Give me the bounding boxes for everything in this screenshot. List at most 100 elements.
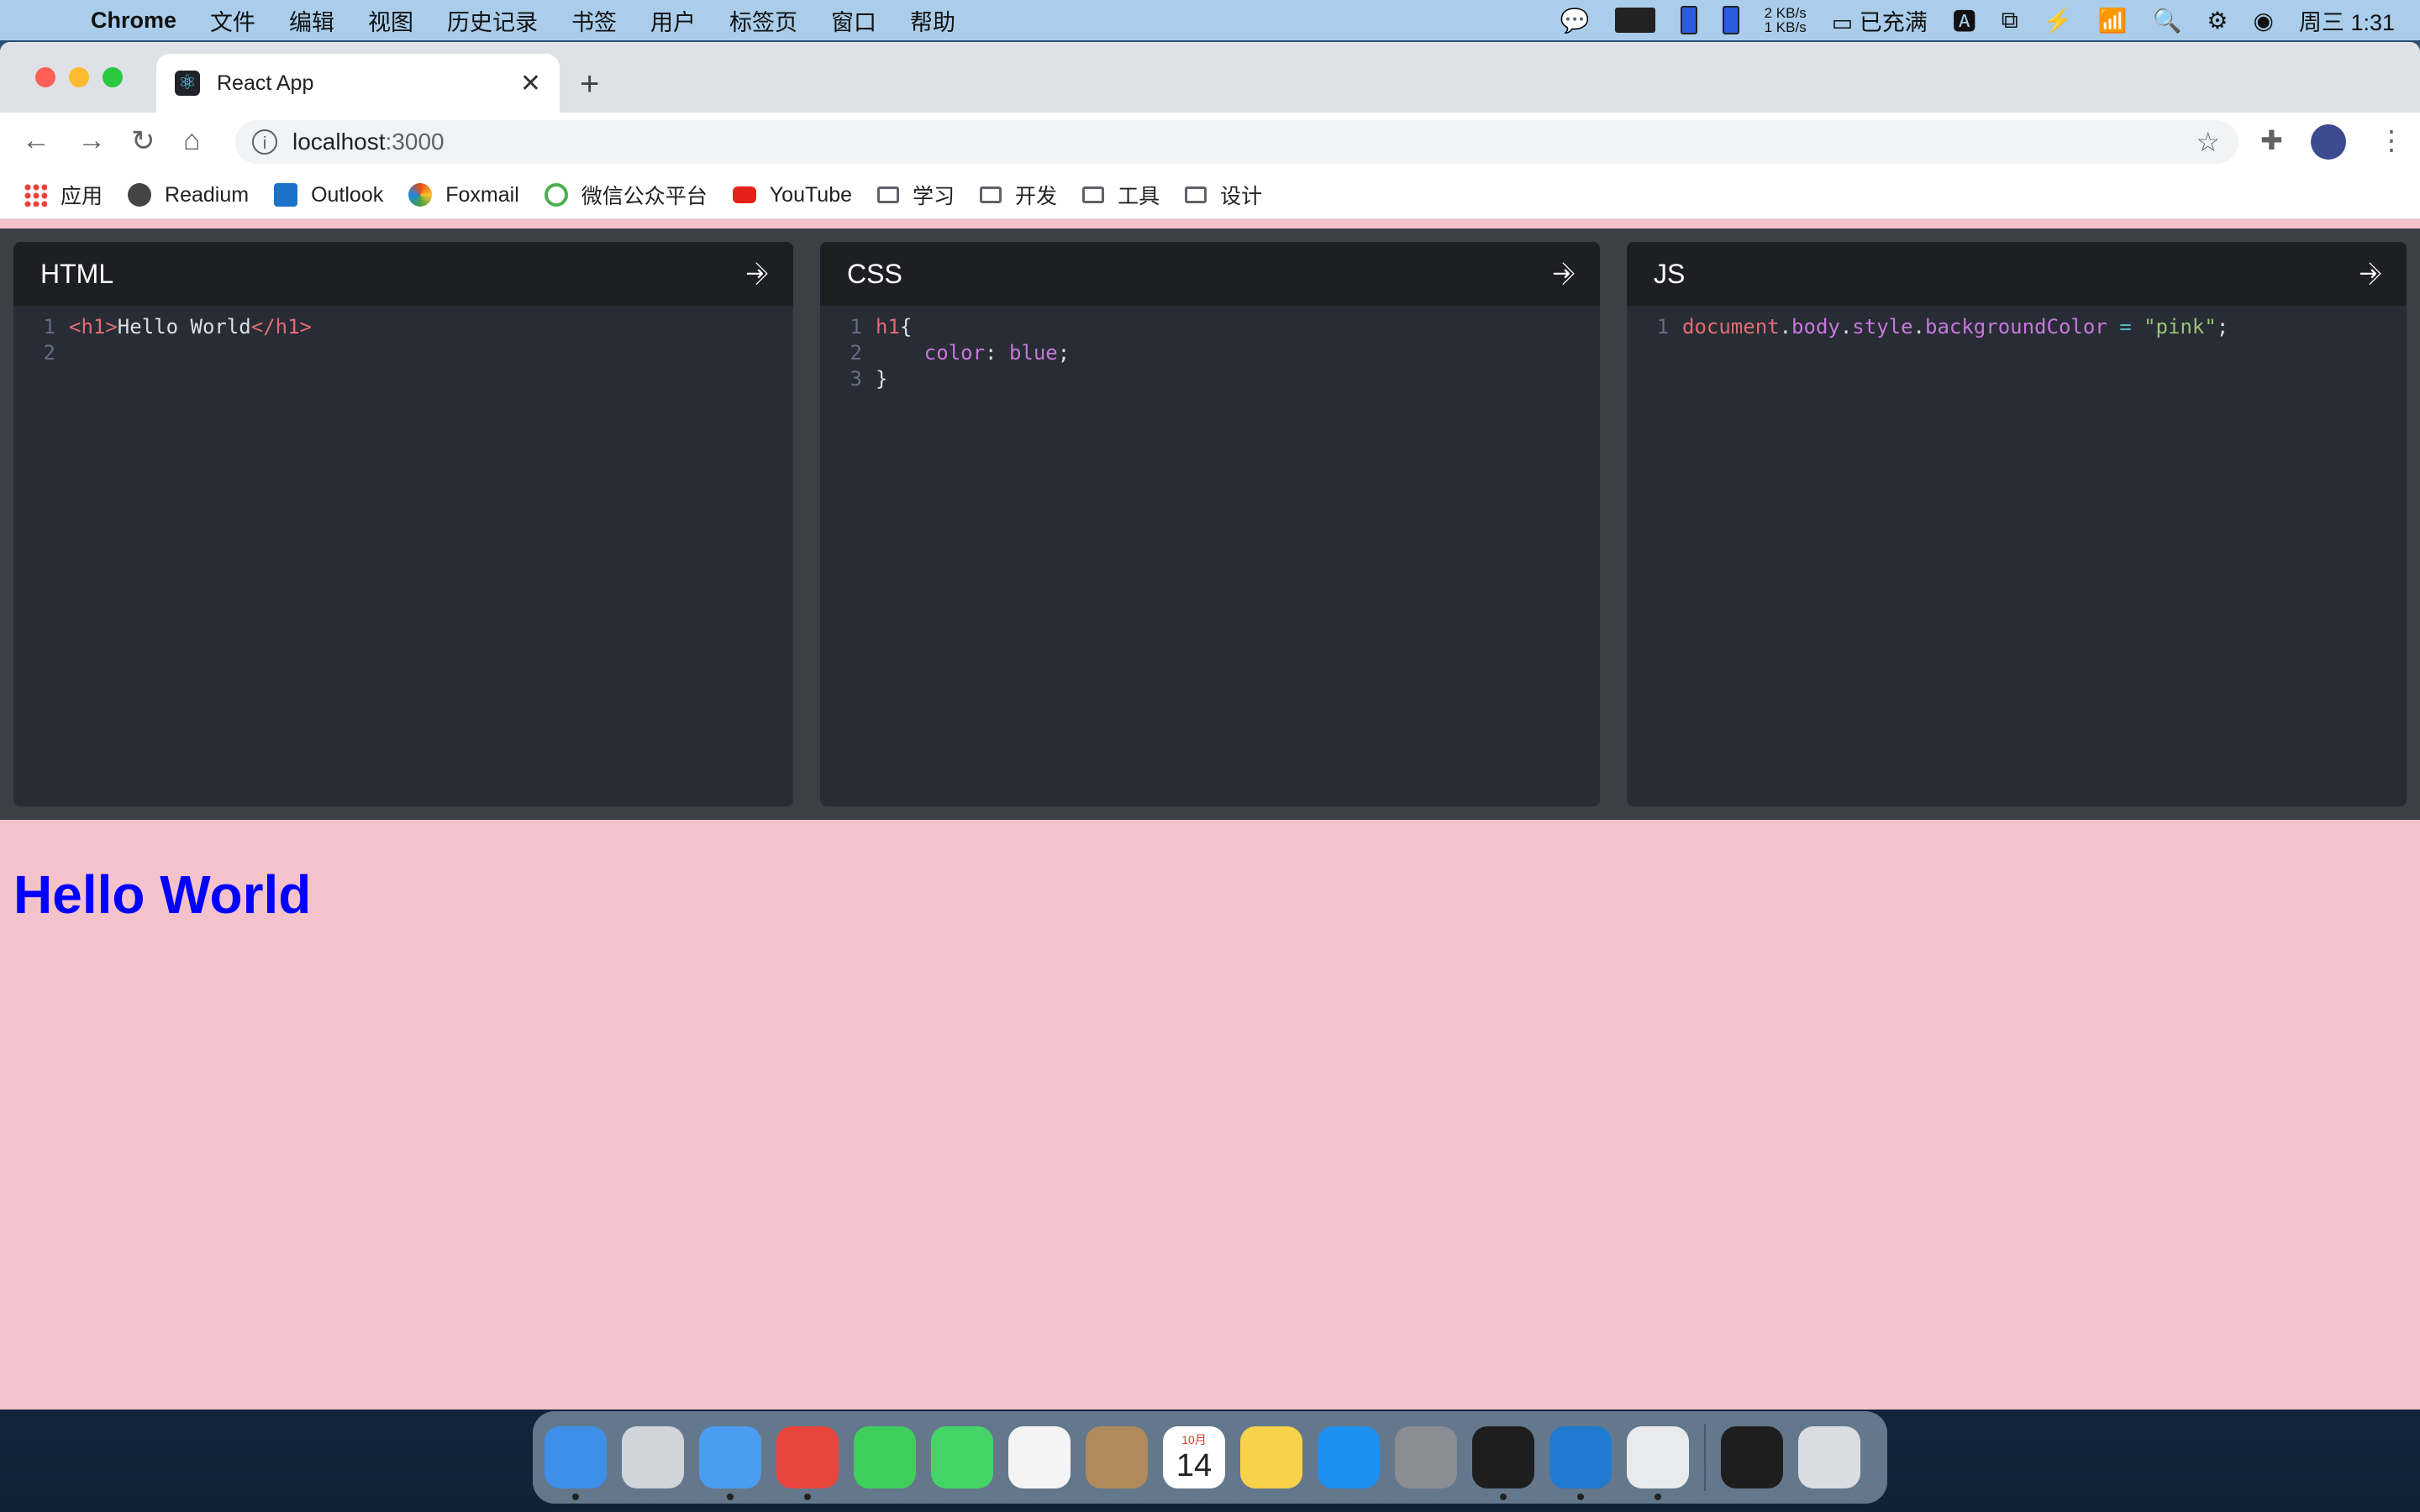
bookmark-youtube[interactable]: YouTube — [732, 182, 853, 207]
collapse-icon[interactable]: ⇲ — [741, 258, 772, 289]
facetime-dock-icon[interactable] — [854, 1426, 916, 1488]
html-panel-title: HTML — [40, 258, 114, 289]
photos-dock-icon[interactable] — [1008, 1426, 1071, 1488]
forward-button[interactable]: → — [77, 124, 106, 157]
apps-grid-icon — [24, 183, 47, 207]
menu-history[interactable]: 历史记录 — [447, 4, 538, 37]
contacts-dock-icon[interactable] — [1086, 1426, 1148, 1488]
terminal-window-dock-icon[interactable] — [1721, 1426, 1783, 1488]
folder-icon — [1082, 186, 1105, 203]
chrome-menu-icon[interactable]: ⋮ — [2378, 124, 2405, 156]
menu-help[interactable]: 帮助 — [910, 4, 955, 37]
back-button[interactable]: ← — [22, 124, 50, 157]
reload-button[interactable]: ↻ — [131, 124, 155, 158]
battery-charging-icon[interactable]: ⚡ — [2044, 7, 2073, 34]
screen-mirroring-icon[interactable]: ⧉ — [2002, 7, 2018, 34]
menu-file[interactable]: 文件 — [210, 4, 255, 37]
system-preferences-dock-icon[interactable] — [1395, 1426, 1457, 1488]
code-token: ; — [1057, 341, 1071, 365]
spotlight-search-icon[interactable]: 🔍 — [2153, 7, 2182, 34]
bookmark-wechat-mp[interactable]: 微信公众平台 — [544, 180, 708, 210]
bookmark-folder-dev[interactable]: 开发 — [980, 180, 1057, 210]
address-bar[interactable]: i localhost:3000 ☆ — [235, 120, 2238, 164]
window-controls — [35, 67, 123, 87]
notes-dock-icon[interactable] — [1240, 1426, 1302, 1488]
bookmark-readium[interactable]: Readium — [128, 183, 249, 207]
chrome-dock-icon[interactable] — [776, 1426, 839, 1500]
network-speed[interactable]: 2 KB/s 1 KB/s — [1765, 6, 1807, 34]
menu-tabs[interactable]: 标签页 — [729, 4, 797, 37]
collapse-icon[interactable]: ⇲ — [2354, 258, 2386, 289]
bookmark-youtube-label: YouTube — [769, 182, 853, 207]
running-indicator — [1655, 1494, 1661, 1500]
js-panel-header: JS ⇲ — [1627, 242, 2407, 306]
cpu-meter-icon[interactable] — [1614, 8, 1655, 33]
url-text[interactable]: localhost:3000 — [292, 129, 445, 155]
battery-status[interactable]: ▭ 已充满 — [1832, 4, 1928, 37]
siri-icon[interactable]: ◉ — [2254, 7, 2274, 34]
site-info-icon[interactable]: i — [252, 129, 277, 155]
wechat-status-icon[interactable]: 💬 — [1560, 7, 1590, 34]
collapse-icon[interactable]: ⇲ — [1548, 258, 1579, 289]
menu-view[interactable]: 视图 — [368, 4, 413, 37]
js-code-editor[interactable]: 1 document. body. style. backgroundColor = "… — [1627, 306, 2407, 340]
menu-app-name[interactable]: Chrome — [91, 8, 176, 34]
code-token: body — [1791, 315, 1840, 339]
minimize-window-button[interactable] — [69, 67, 89, 87]
wifi-icon[interactable]: 📶 — [2098, 7, 2128, 34]
home-button[interactable]: ⌂ — [183, 124, 201, 157]
code-line[interactable]: 1 <h1> Hello World </h1> — [13, 314, 793, 340]
code-line[interactable]: 2 — [13, 340, 793, 366]
terminal-dock-icon[interactable] — [1472, 1426, 1534, 1500]
menu-window[interactable]: 窗口 — [831, 4, 876, 37]
bookmark-folder-tools[interactable]: 工具 — [1082, 180, 1160, 210]
profile-avatar[interactable] — [2311, 124, 2346, 160]
bookmark-star-icon[interactable]: ☆ — [2196, 126, 2220, 158]
finder-dock-icon[interactable] — [544, 1426, 607, 1500]
network-upload: 2 KB/s — [1764, 5, 1807, 21]
mail-dock-icon[interactable] — [699, 1426, 761, 1500]
vscode-dock-icon[interactable] — [1549, 1426, 1612, 1500]
readium-globe-icon — [128, 183, 152, 207]
code-token: color — [923, 341, 986, 365]
bookmark-outlook[interactable]: Outlook — [274, 183, 383, 207]
code-token: Hello World — [117, 315, 251, 339]
code-line[interactable]: 1 h1{ — [820, 314, 1600, 340]
bookmark-folder-design[interactable]: 设计 — [1185, 180, 1262, 210]
bookmark-folder-study[interactable]: 学习 — [877, 180, 955, 210]
calendar-dock-icon[interactable]: 10月 14 — [1163, 1426, 1225, 1488]
tab-react-app[interactable]: ⚛ React App ✕ — [156, 54, 560, 113]
bookmark-foxmail[interactable]: Foxmail — [408, 183, 519, 207]
menubar-clock[interactable]: 周三 1:31 — [2299, 4, 2395, 37]
code-token: = — [2119, 315, 2132, 339]
code-line[interactable]: 2 color: blue; — [820, 340, 1600, 366]
disk-meter-icon[interactable] — [1722, 6, 1739, 34]
extensions-puzzle-icon[interactable]: ✚ — [2260, 124, 2283, 156]
memory-meter-icon[interactable] — [1680, 6, 1697, 34]
code-line[interactable]: 3} — [820, 366, 1600, 392]
app-store-dock-icon[interactable] — [1318, 1426, 1380, 1488]
outlook-icon — [274, 183, 298, 207]
control-center-icon[interactable]: ⚙ — [2207, 7, 2228, 34]
running-indicator — [804, 1494, 811, 1500]
new-tab-button[interactable]: + — [580, 66, 599, 103]
css-code-editor[interactable]: 1 h1{2 color: blue; 3} — [820, 306, 1600, 392]
input-method-icon[interactable]: 🅰 — [1953, 3, 1976, 37]
menu-edit[interactable]: 编辑 — [289, 4, 334, 37]
menu-bookmarks[interactable]: 书签 — [571, 4, 617, 37]
messages-dock-icon[interactable] — [931, 1426, 993, 1488]
wechat-dock-icon[interactable] — [1627, 1426, 1689, 1500]
code-line[interactable]: 1 document. body. style. backgroundColor = "… — [1627, 314, 2407, 340]
fullscreen-window-button[interactable] — [103, 67, 123, 87]
code-token: { — [899, 315, 913, 339]
close-window-button[interactable] — [35, 67, 55, 87]
close-tab-icon[interactable]: ✕ — [520, 69, 541, 98]
bookmark-folder-tools-label: 工具 — [1118, 185, 1160, 208]
trash-dock-icon[interactable] — [1798, 1426, 1860, 1488]
css-panel-title: CSS — [847, 258, 902, 289]
html-code-editor[interactable]: 1 <h1> Hello World </h1> 2 — [13, 306, 793, 366]
menu-people[interactable]: 用户 — [650, 4, 696, 37]
bookmark-apps[interactable]: 应用 — [24, 180, 103, 210]
js-panel-title: JS — [1654, 258, 1686, 289]
launchpad-dock-icon[interactable] — [622, 1426, 684, 1488]
